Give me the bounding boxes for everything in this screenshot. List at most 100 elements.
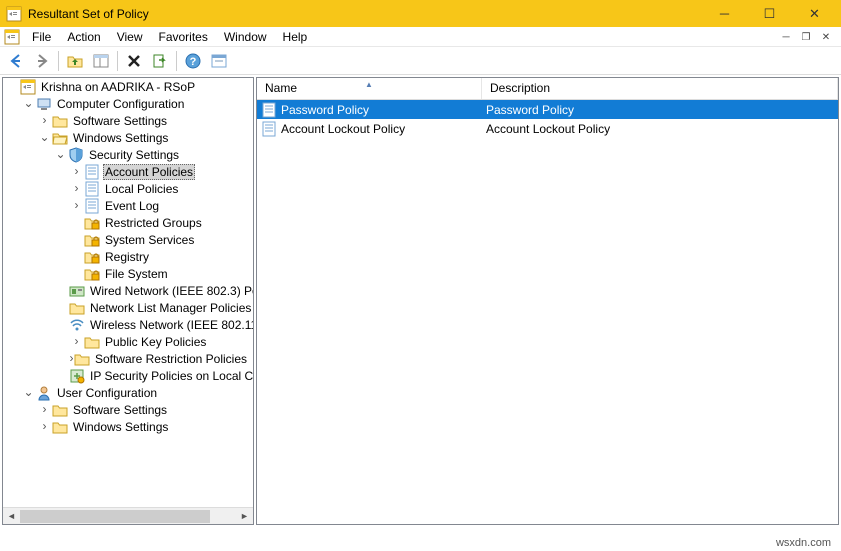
folder-lock-icon	[84, 266, 100, 282]
titlebar: Resultant Set of Policy ─ ☐ ✕	[0, 0, 841, 27]
computer-icon	[36, 96, 52, 112]
folder-lock-icon	[84, 249, 100, 265]
tree-user-software-settings[interactable]: ›Software Settings	[3, 401, 253, 418]
system-menu-icon[interactable]	[4, 29, 20, 45]
tree-h-scrollbar[interactable]: ◄ ►	[3, 507, 253, 524]
toolbar	[0, 47, 841, 75]
show-hide-tree-button[interactable]	[89, 49, 113, 73]
collapse-icon[interactable]: ⌄	[53, 147, 68, 162]
expand-icon[interactable]: ›	[37, 113, 52, 128]
list-row-password-policy[interactable]: Password Policy Password Policy	[257, 100, 838, 119]
pane-icon	[93, 53, 109, 69]
tree-computer-configuration[interactable]: ⌄Computer Configuration	[3, 95, 253, 112]
tree-registry[interactable]: Registry	[3, 248, 253, 265]
tree-user-configuration[interactable]: ⌄User Configuration	[3, 384, 253, 401]
folder-icon	[52, 113, 68, 129]
forward-icon	[34, 53, 50, 69]
tree-software-restriction[interactable]: ›Software Restriction Policies	[3, 350, 253, 367]
forward-button[interactable]	[30, 49, 54, 73]
expand-icon[interactable]: ›	[69, 181, 84, 196]
column-name[interactable]: Name▲	[257, 78, 482, 99]
back-icon	[8, 53, 24, 69]
close-button[interactable]: ✕	[792, 0, 837, 27]
shield-icon	[68, 147, 84, 163]
menu-help[interactable]: Help	[275, 28, 316, 46]
folder-lock-icon	[84, 215, 100, 231]
folder-icon	[52, 402, 68, 418]
list-row-account-lockout-policy[interactable]: Account Lockout Policy Account Lockout P…	[257, 119, 838, 138]
folder-open-icon	[52, 130, 68, 146]
help-button[interactable]	[181, 49, 205, 73]
mdi-close-button[interactable]: ✕	[817, 29, 835, 45]
up-button[interactable]	[63, 49, 87, 73]
folder-lock-icon	[84, 232, 100, 248]
tree-local-policies[interactable]: ›Local Policies	[3, 180, 253, 197]
collapse-icon[interactable]: ⌄	[21, 96, 36, 111]
menu-view[interactable]: View	[109, 28, 151, 46]
scroll-thumb[interactable]	[20, 510, 210, 523]
tree-network-list-manager[interactable]: Network List Manager Policies	[3, 299, 253, 316]
tree-event-log[interactable]: ›Event Log	[3, 197, 253, 214]
tree-ip-security[interactable]: IP Security Policies on Local Computer	[3, 367, 253, 384]
tree-account-policies[interactable]: ›Account Policies	[3, 163, 253, 180]
sort-asc-icon: ▲	[365, 80, 373, 89]
window-title: Resultant Set of Policy	[28, 7, 149, 21]
expand-icon[interactable]: ›	[37, 419, 52, 434]
menu-file[interactable]: File	[24, 28, 59, 46]
tree-wired-network[interactable]: Wired Network (IEEE 802.3) Policies	[3, 282, 253, 299]
user-icon	[36, 385, 52, 401]
doclist-icon	[261, 102, 277, 118]
doclist-icon	[84, 164, 100, 180]
app-icon	[6, 6, 22, 22]
menu-action[interactable]: Action	[59, 28, 108, 46]
folder-icon	[52, 419, 68, 435]
doclist-icon	[261, 121, 277, 137]
doclist-icon	[84, 181, 100, 197]
folder-icon	[84, 334, 100, 350]
folder-up-icon	[67, 53, 83, 69]
tree-wireless-network[interactable]: Wireless Network (IEEE 802.11) Policies	[3, 316, 253, 333]
menu-favorites[interactable]: Favorites	[151, 28, 216, 46]
properties-button[interactable]	[207, 49, 231, 73]
netcard-icon	[69, 283, 85, 299]
export-icon	[152, 53, 168, 69]
collapse-icon[interactable]: ⌄	[37, 130, 52, 145]
tree-comp-windows-settings[interactable]: ⌄Windows Settings	[3, 129, 253, 146]
expand-icon[interactable]: ›	[69, 334, 84, 349]
tree-public-key-policies[interactable]: ›Public Key Policies	[3, 333, 253, 350]
tree-root[interactable]: Krishna on AADRIKA - RSoP	[3, 78, 253, 95]
tree-panel[interactable]: Krishna on AADRIKA - RSoP ⌄Computer Conf…	[2, 77, 254, 525]
footer-watermark: wsxdn.com	[776, 537, 831, 549]
scroll-right-icon[interactable]: ►	[236, 508, 253, 525]
doclist-icon	[84, 198, 100, 214]
expand-icon[interactable]: ›	[37, 402, 52, 417]
tree-restricted-groups[interactable]: Restricted Groups	[3, 214, 253, 231]
list-panel[interactable]: Name▲ Description Password Policy Passwo…	[256, 77, 839, 525]
mdi-restore-button[interactable]: ❐	[797, 29, 815, 45]
back-button[interactable]	[4, 49, 28, 73]
menu-window[interactable]: Window	[216, 28, 275, 46]
tree-security-settings[interactable]: ⌄Security Settings	[3, 146, 253, 163]
scroll-left-icon[interactable]: ◄	[3, 508, 20, 525]
column-description[interactable]: Description	[482, 78, 838, 99]
help-icon	[185, 53, 201, 69]
tree-system-services[interactable]: System Services	[3, 231, 253, 248]
ipsec-icon	[69, 368, 85, 384]
tree-comp-software-settings[interactable]: ›Software Settings	[3, 112, 253, 129]
expand-icon[interactable]: ›	[69, 198, 84, 213]
minimize-button[interactable]: ─	[702, 0, 747, 27]
folder-icon	[74, 351, 90, 367]
delete-icon	[126, 53, 142, 69]
delete-button[interactable]	[122, 49, 146, 73]
list-header: Name▲ Description	[257, 78, 838, 100]
export-list-button[interactable]	[148, 49, 172, 73]
menubar: File Action View Favorites Window Help ─…	[0, 27, 841, 47]
tree-user-windows-settings[interactable]: ›Windows Settings	[3, 418, 253, 435]
mdi-minimize-button[interactable]: ─	[777, 29, 795, 45]
wifi-icon	[69, 317, 85, 333]
maximize-button[interactable]: ☐	[747, 0, 792, 27]
tree-file-system[interactable]: File System	[3, 265, 253, 282]
expand-icon[interactable]: ›	[69, 164, 84, 179]
rsop-icon	[20, 79, 36, 95]
collapse-icon[interactable]: ⌄	[21, 385, 36, 400]
